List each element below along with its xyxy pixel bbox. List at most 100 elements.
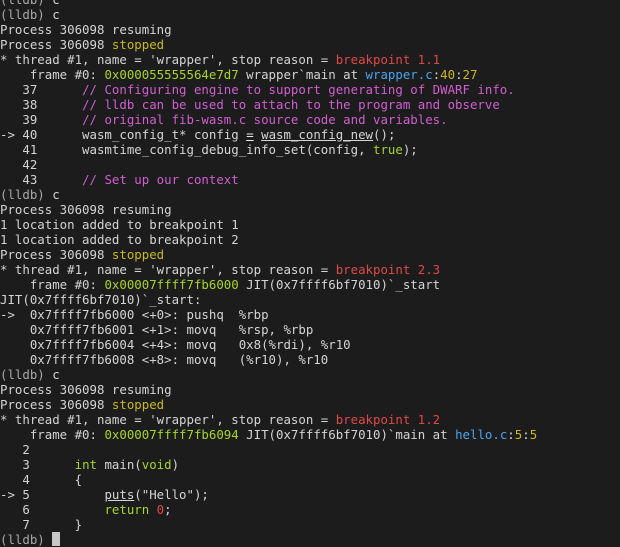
terminal-line: * thread #1, name = 'wrapper', stop reas…	[0, 52, 620, 67]
terminal-text: Process 306098	[0, 37, 112, 52]
terminal-line: 39 // original fib-wasm.c source code an…	[0, 112, 620, 127]
terminal-text: frame #0:	[0, 67, 105, 82]
terminal-text: 0x7ffff7fb6008 <+8>: movq (%r10), %r10	[0, 352, 329, 367]
terminal-text: Process 306098 resuming	[0, 202, 172, 217]
terminal-text: * thread #1, name = 'wrapper', stop reas…	[0, 262, 336, 277]
terminal-line: 42	[0, 157, 620, 172]
terminal-text: 42	[0, 157, 38, 172]
terminal-text: );	[402, 142, 418, 157]
terminal-line: frame #0: 0x00007ffff7fb6000 JIT(0x7ffff…	[0, 277, 620, 292]
terminal-text: // original fib-wasm.c source code and v…	[82, 112, 448, 127]
terminal-text: int	[74, 457, 97, 472]
terminal-text: ();	[373, 127, 396, 142]
terminal-text: puts	[104, 487, 135, 502]
terminal-text: return	[104, 502, 150, 517]
terminal-line: (lldb) c	[0, 7, 620, 22]
terminal-text: breakpoint 1.2	[335, 412, 441, 427]
terminal-line: Process 306098 resuming	[0, 202, 620, 217]
terminal-text: void	[141, 457, 172, 472]
terminal-text: wrapper`main at	[238, 67, 366, 82]
terminal-text: 1 location added to breakpoint 1	[0, 217, 239, 232]
terminal-text: ("Hello");	[134, 487, 209, 502]
terminal-text: true	[373, 142, 403, 157]
terminal-line: * thread #1, name = 'wrapper', stop reas…	[0, 412, 620, 427]
terminal-text: wasm_config_new	[261, 127, 374, 142]
terminal-line: (lldb) c	[0, 0, 620, 7]
terminal-text: Process 306098	[0, 247, 112, 262]
terminal-line: Process 306098 stopped	[0, 247, 620, 262]
terminal-line: 38 // lldb can be used to attach to the …	[0, 97, 620, 112]
terminal-text: 37	[0, 82, 83, 97]
terminal-text: Process 306098	[0, 397, 112, 412]
terminal-text: * thread #1, name = 'wrapper', stop reas…	[0, 52, 336, 67]
terminal-text: Process 306098 resuming	[0, 382, 172, 397]
terminal-text: 39	[0, 112, 83, 127]
terminal-line: 0x7ffff7fb6008 <+8>: movq (%r10), %r10	[0, 352, 620, 367]
terminal-text: hello.c	[455, 427, 508, 442]
terminal-text: 40	[440, 67, 456, 82]
terminal-text: wrapper.c	[365, 67, 433, 82]
terminal-line: -> 0x7ffff7fb6000 <+0>: pushq %rbp	[0, 307, 620, 322]
terminal-text: breakpoint 2.3	[335, 262, 441, 277]
terminal-text: (lldb)	[0, 0, 52, 7]
terminal-text: 1 location added to breakpoint 2	[0, 232, 239, 247]
terminal-text: 41 wasmtime_config_debug_info_set(config…	[0, 142, 373, 157]
terminal-text: (lldb)	[0, 187, 53, 202]
terminal-text: :	[522, 427, 530, 442]
terminal-line: 1 location added to breakpoint 2	[0, 232, 620, 247]
terminal-text: frame #0:	[0, 277, 105, 292]
terminal-text: main(	[97, 457, 142, 472]
terminal-text: 0x7ffff7fb6004 <+4>: movq 0x8(%rdi), %r1…	[0, 337, 351, 352]
terminal-text: c	[52, 187, 60, 202]
terminal-text: (lldb)	[0, 7, 53, 22]
terminal-text: 38	[0, 97, 83, 112]
terminal-text: stopped	[111, 37, 165, 52]
terminal-line: 7 }	[0, 517, 620, 532]
terminal-line: Process 306098 resuming	[0, 382, 620, 397]
terminal-line: (lldb) c	[0, 367, 620, 382]
terminal-text: c	[52, 7, 60, 22]
terminal-line: * thread #1, name = 'wrapper', stop reas…	[0, 262, 620, 277]
terminal-line: frame #0: 0x00007ffff7fb6094 JIT(0x7ffff…	[0, 427, 620, 442]
terminal-text: =	[246, 127, 254, 142]
terminal-text: // Set up our context	[82, 172, 239, 187]
terminal-text: )	[171, 457, 180, 472]
terminal-line: 37 // Configuring engine to support gene…	[0, 82, 620, 97]
terminal-text: JIT(0x7ffff6bf7010)`_start	[238, 277, 441, 292]
terminal-text: 0x00007ffff7fb6000	[104, 277, 239, 292]
terminal-text: 2	[0, 442, 30, 457]
terminal-line: Process 306098 resuming	[0, 22, 620, 37]
terminal-text: // lldb can be used to attach to the pro…	[82, 97, 500, 112]
terminal-line: 41 wasmtime_config_debug_info_set(config…	[0, 142, 620, 157]
terminal-line: 6 return 0;	[0, 502, 620, 517]
terminal-line: -> 5 puts("Hello");	[0, 487, 620, 502]
terminal-text: breakpoint 1.1	[335, 52, 441, 67]
terminal-text: Process 306098 resuming	[0, 22, 172, 37]
terminal-text: 0x000055555564e7d7	[104, 67, 239, 82]
terminal-line: 4 {	[0, 472, 620, 487]
terminal-line: (lldb) c	[0, 187, 620, 202]
terminal-text: 7 }	[0, 517, 83, 532]
terminal-text: frame #0:	[0, 427, 105, 442]
terminal-line: 2	[0, 442, 620, 457]
terminal-text: -> 0x7ffff7fb6000 <+0>: pushq %rbp	[0, 307, 269, 322]
terminal-text: 5	[529, 427, 538, 442]
terminal-line: Process 306098 stopped	[0, 37, 620, 52]
text-cursor	[52, 532, 61, 546]
terminal-text: c	[52, 0, 59, 7]
terminal-text: (lldb)	[0, 367, 53, 382]
terminal-line: frame #0: 0x000055555564e7d7 wrapper`mai…	[0, 67, 620, 82]
terminal-output[interactable]: (lldb) c(lldb) cProcess 306098 resumingP…	[0, 0, 620, 547]
terminal-text: 4 {	[0, 472, 83, 487]
terminal-line: 0x7ffff7fb6001 <+1>: movq %rsp, %rbp	[0, 322, 620, 337]
terminal-text: * thread #1, name = 'wrapper', stop reas…	[0, 412, 336, 427]
terminal-text: 0x7ffff7fb6001 <+1>: movq %rsp, %rbp	[0, 322, 314, 337]
terminal-text: 0x00007ffff7fb6094	[104, 427, 239, 442]
terminal-text: 27	[462, 67, 478, 82]
terminal-text: stopped	[111, 397, 165, 412]
terminal-text: // Configuring engine to support generat…	[82, 82, 515, 97]
terminal-text: :	[455, 67, 463, 82]
terminal-text: -> 40 wasm_config_t* config	[0, 127, 247, 142]
